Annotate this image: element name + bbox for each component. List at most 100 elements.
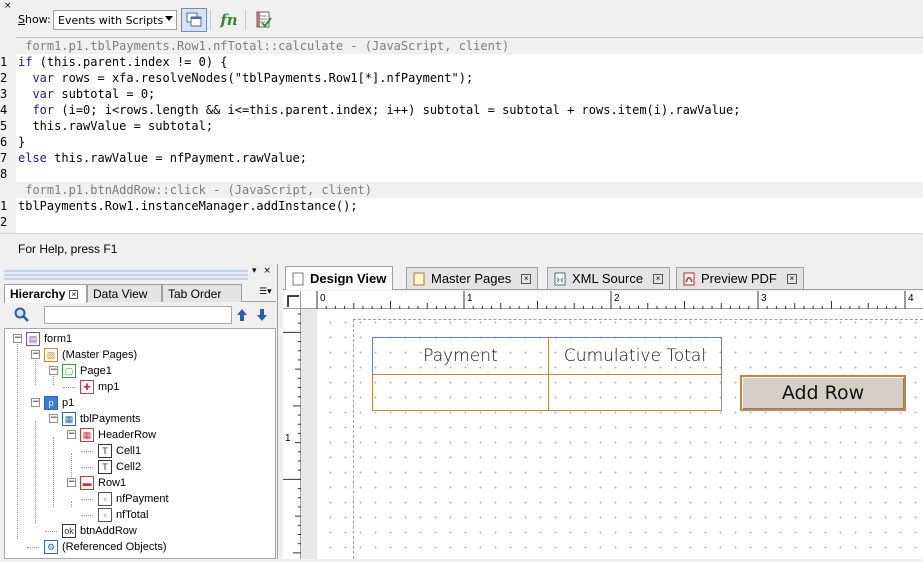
code-text: if (this.parent.index != 0) {: [18, 55, 228, 69]
tab-design-view[interactable]: Design View: [285, 266, 394, 290]
form-icon: ▤: [26, 332, 40, 346]
collapse-toggle[interactable]: −: [67, 430, 76, 439]
arrow-down-icon[interactable]: [256, 308, 268, 322]
tree-node-label: form1: [44, 333, 73, 345]
payments-table[interactable]: Payment Cumulative Total: [372, 337, 722, 411]
script-event-header[interactable]: form1.p1.btnAddRow::click - (JavaScript,…: [16, 182, 923, 198]
hierarchy-search-row: [4, 304, 276, 328]
tree-node-label: nfTotal: [116, 509, 149, 521]
numeric-field-icon: ▫: [98, 508, 112, 522]
tab-tab-order[interactable]: Tab Order: [162, 284, 242, 302]
tree-node[interactable]: ▫ nfTotal: [98, 507, 148, 523]
tree-node-label: (Referenced Objects): [62, 541, 167, 553]
tab-xml-source[interactable]: XML Source ×: [547, 267, 671, 289]
nf-payment-cell[interactable]: [373, 376, 548, 410]
horizontal-ruler[interactable]: 0 1 2 3 4: [301, 291, 923, 309]
subform-icon: p: [44, 396, 58, 410]
toolbar-separator: [245, 10, 246, 30]
tree-node[interactable]: ▢ Page1: [62, 363, 112, 379]
tree-connector: [81, 515, 93, 516]
line-number: 2: [0, 71, 8, 85]
script-event-header[interactable]: form1.p1.tblPayments.Row1.nfTotal::calcu…: [16, 38, 923, 54]
panel-title-bar[interactable]: [4, 268, 248, 280]
xml-source-icon: [554, 272, 566, 285]
nf-total-cell[interactable]: [549, 376, 721, 410]
tree-node[interactable]: ▫ nfPayment: [98, 491, 169, 507]
code-line[interactable]: 5 this.rawValue = subtotal;: [0, 118, 923, 134]
code-text: }: [18, 135, 26, 149]
tree-node-label: nfPayment: [116, 493, 169, 505]
close-icon[interactable]: ×: [786, 273, 797, 284]
events-with-scripts-button[interactable]: [181, 8, 207, 32]
line-number: 1: [0, 199, 8, 213]
close-icon[interactable]: ×: [653, 273, 664, 284]
tree-node[interactable]: ok btnAddRow: [62, 523, 137, 539]
show-events-dropdown[interactable]: Events with Scripts: [53, 10, 177, 30]
code-text: this.rawValue = subtotal;: [18, 119, 214, 133]
ruler-label: 2: [614, 293, 620, 304]
code-line[interactable]: 2: [0, 214, 923, 230]
panel-controls[interactable]: ▾ ×: [252, 266, 273, 276]
tree-connector: [81, 499, 93, 500]
tree-node[interactable]: ▦ HeaderRow: [80, 427, 156, 443]
tree-node-label: Cell2: [116, 461, 142, 473]
add-row-button[interactable]: Add Row: [740, 375, 906, 411]
tree-node[interactable]: ⚙ (Referenced Objects): [44, 539, 167, 555]
code-line[interactable]: 1 if (this.parent.index != 0) {: [0, 54, 923, 70]
hierarchy-search-input[interactable]: [44, 306, 232, 324]
tab-preview-pdf[interactable]: Preview PDF ×: [676, 267, 804, 289]
code-line[interactable]: 6}: [0, 134, 923, 150]
code-text: for (i=0; i<rows.length && i<=this.paren…: [32, 103, 741, 117]
toolbar-separator: [210, 10, 211, 30]
tree-node-label: tblPayments: [80, 413, 141, 425]
tree-node[interactable]: ✚ mp1: [80, 379, 119, 395]
collapse-toggle[interactable]: −: [31, 398, 40, 407]
tree-node-label: btnAddRow: [80, 525, 137, 537]
code-line[interactable]: 3 var subtotal = 0;: [0, 86, 923, 102]
tab-data-view[interactable]: Data View: [87, 284, 162, 302]
code-line[interactable]: 7 else this.rawValue = nfPayment.rawValue…: [0, 150, 923, 166]
tree-node[interactable]: ▧ (Master Pages): [44, 347, 137, 363]
header-cell-payment[interactable]: Payment: [373, 338, 548, 374]
collapse-toggle[interactable]: −: [13, 334, 22, 343]
ruler-corner[interactable]: [283, 291, 301, 309]
line-number: 3: [0, 87, 8, 101]
script-code-editor[interactable]: form1.p1.tblPayments.Row1.nfTotal::calcu…: [0, 37, 923, 233]
hierarchy-tree[interactable]: − ▤ form1− ▧ (Master Pages) − ▢ Page1 ✚ mp1− p p1− ▦…: [4, 328, 276, 559]
close-icon[interactable]: ×: [521, 273, 532, 284]
tree-node[interactable]: T Cell2: [98, 459, 141, 475]
collapse-toggle[interactable]: −: [49, 414, 58, 423]
collapse-toggle[interactable]: −: [31, 350, 40, 359]
close-icon[interactable]: ×: [69, 290, 79, 299]
design-canvas[interactable]: Payment Cumulative Total Add Row: [317, 309, 923, 559]
code-text: tblPayments.Row1.instanceManager.addInst…: [18, 199, 358, 213]
ruler-label: 4: [908, 293, 914, 304]
tree-connector: [35, 421, 36, 523]
tree-node[interactable]: T Cell1: [98, 443, 141, 459]
tree-connector: [63, 387, 75, 388]
ruler-ticks: 1: [283, 313, 301, 554]
arrow-up-icon[interactable]: [236, 308, 248, 322]
code-line[interactable]: 8: [0, 166, 923, 182]
check-script-syntax-button[interactable]: [251, 8, 277, 32]
tree-node[interactable]: ▤ form1: [26, 331, 72, 347]
collapse-toggle[interactable]: −: [49, 366, 58, 375]
tab-master-pages[interactable]: Master Pages ×: [406, 267, 539, 289]
search-icon[interactable]: [14, 307, 30, 323]
code-line[interactable]: 1 tblPayments.Row1.instanceManager.addIns…: [0, 198, 923, 214]
collapse-toggle[interactable]: −: [67, 478, 76, 487]
panel-menu-icon[interactable]: ☰▾: [259, 287, 272, 297]
tree-node[interactable]: p p1: [44, 395, 74, 411]
tree-node[interactable]: ▬ Row1: [80, 475, 126, 491]
tree-node-label: (Master Pages): [62, 349, 138, 361]
line-number: 6: [0, 135, 8, 149]
header-cell-cumulative-total[interactable]: Cumulative Total: [549, 338, 721, 374]
table-header-row[interactable]: Payment Cumulative Total: [373, 338, 721, 375]
tree-connector: [35, 357, 36, 385]
code-line[interactable]: 2 var rows = xfa.resolveNodes("tblPaymen…: [0, 70, 923, 86]
tab-hierarchy[interactable]: Hierarchy ×: [4, 284, 87, 303]
tree-node[interactable]: ▦ tblPayments: [62, 411, 141, 427]
functions-button[interactable]: fn: [216, 8, 242, 32]
code-line[interactable]: 4 for (i=0; i<rows.length && i<=this.par…: [0, 102, 923, 118]
vertical-ruler[interactable]: 1: [283, 309, 301, 559]
